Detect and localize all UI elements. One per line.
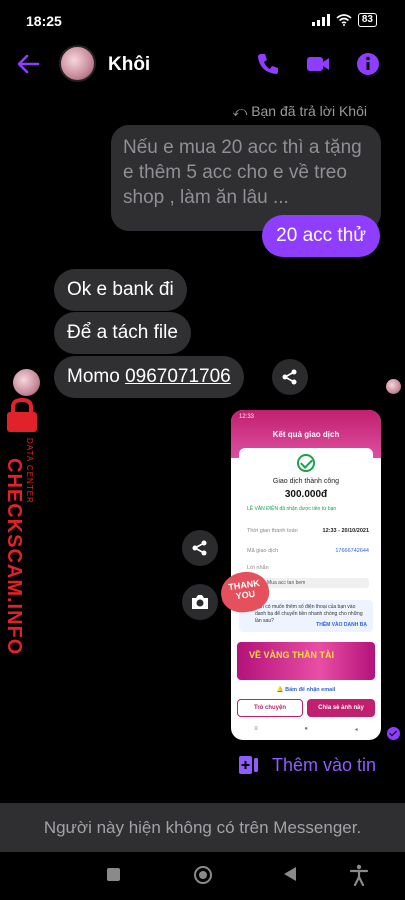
contact-name[interactable]: Khôi [108, 54, 150, 76]
receipt-email-prompt: 🔔 Bấm để nhận email [276, 687, 336, 693]
watermark-sub: DATA CENTER [25, 438, 34, 504]
recents-icon[interactable] [107, 868, 120, 881]
share-image-button[interactable] [182, 530, 218, 566]
chat-header: Khôi [0, 42, 405, 86]
camera-icon [192, 595, 208, 609]
receipt-amount: 300.000đ [284, 489, 328, 500]
back-icon: ◂ [354, 727, 358, 733]
video-call-icon[interactable] [305, 51, 331, 77]
receipt-chat-button: Trò chuyện [237, 699, 303, 717]
phone-call-icon[interactable] [255, 51, 281, 77]
success-check-icon [297, 454, 315, 472]
receipt-row-id: Mã giao dịch 17666742644 [247, 548, 369, 554]
status-time: 18:25 [26, 13, 62, 29]
watermark-brand: CHECKSCAM.INFO [3, 458, 25, 656]
unavailable-notice: Người này hiện không có trên Messenger. [0, 803, 405, 852]
add-contact-link: THÊM VÀO DANH BẠ [316, 622, 367, 628]
reply-indicator: ⤺ Bạn đã trả lời Khôi [232, 103, 367, 119]
receipt-time: 12:33 [239, 414, 255, 420]
status-icons: 83 [311, 13, 377, 27]
share-icon [282, 369, 297, 385]
battery-indicator: 83 [357, 13, 377, 27]
status-bar: 18:25 83 [0, 0, 405, 42]
menu-icon: ≡ [254, 726, 258, 732]
receipt-title: Kết quả giao dịch [272, 430, 340, 439]
bell-icon: 🔔 [276, 687, 286, 693]
info-icon[interactable] [355, 51, 381, 77]
receipt-nav: ≡ ● ◂ [231, 726, 381, 740]
add-to-story[interactable]: Thêm vào tin [238, 754, 376, 776]
accessibility-icon[interactable] [348, 864, 370, 886]
receipt-recipient: LÊ VĂN ĐIỆN đã nhận được tiền từ bạn [247, 506, 337, 512]
home-icon: ● [304, 726, 309, 732]
reply-arrow-icon: ⤺ [232, 103, 252, 119]
watermark: CHECKSCAM.INFO DATA CENTER [0, 398, 44, 655]
receipt-row-time: Thời gian thanh toán 12:33 - 20/10/2021 [247, 528, 369, 534]
receipt-status: Giao dịch thành công [272, 478, 340, 485]
receipt-banner: VỀ VÀNG THẦN TÀI [237, 642, 375, 680]
message-incoming[interactable]: Ok e bank đi [54, 269, 187, 311]
signal-icon [311, 14, 330, 26]
message-incoming[interactable]: Để a tách file [54, 312, 191, 354]
add-story-icon [239, 756, 258, 774]
seen-avatar [386, 379, 401, 394]
back-icon[interactable] [284, 867, 296, 881]
receipt-row-message: Lời nhắn [247, 565, 269, 571]
system-nav-bar [0, 852, 405, 900]
receipt-share-button: Chia sẻ ảnh này [307, 699, 375, 717]
share-icon [192, 540, 207, 556]
back-arrow-icon[interactable] [14, 50, 42, 78]
contact-avatar[interactable] [59, 45, 96, 82]
save-image-button[interactable] [182, 584, 218, 620]
momo-label: Momo [67, 366, 126, 387]
phone-number-link[interactable]: 0967071706 [125, 366, 231, 387]
share-button[interactable] [272, 359, 308, 395]
home-icon[interactable] [194, 866, 212, 884]
message-outgoing[interactable]: 20 acc thử [262, 215, 380, 257]
sender-avatar[interactable] [13, 369, 40, 396]
lock-icon [7, 398, 37, 432]
wifi-icon [336, 14, 352, 26]
message-incoming-momo[interactable]: Momo 0967071706 [54, 356, 244, 398]
add-to-story-label: Thêm vào tin [272, 754, 377, 775]
seen-check-icon [387, 727, 400, 740]
